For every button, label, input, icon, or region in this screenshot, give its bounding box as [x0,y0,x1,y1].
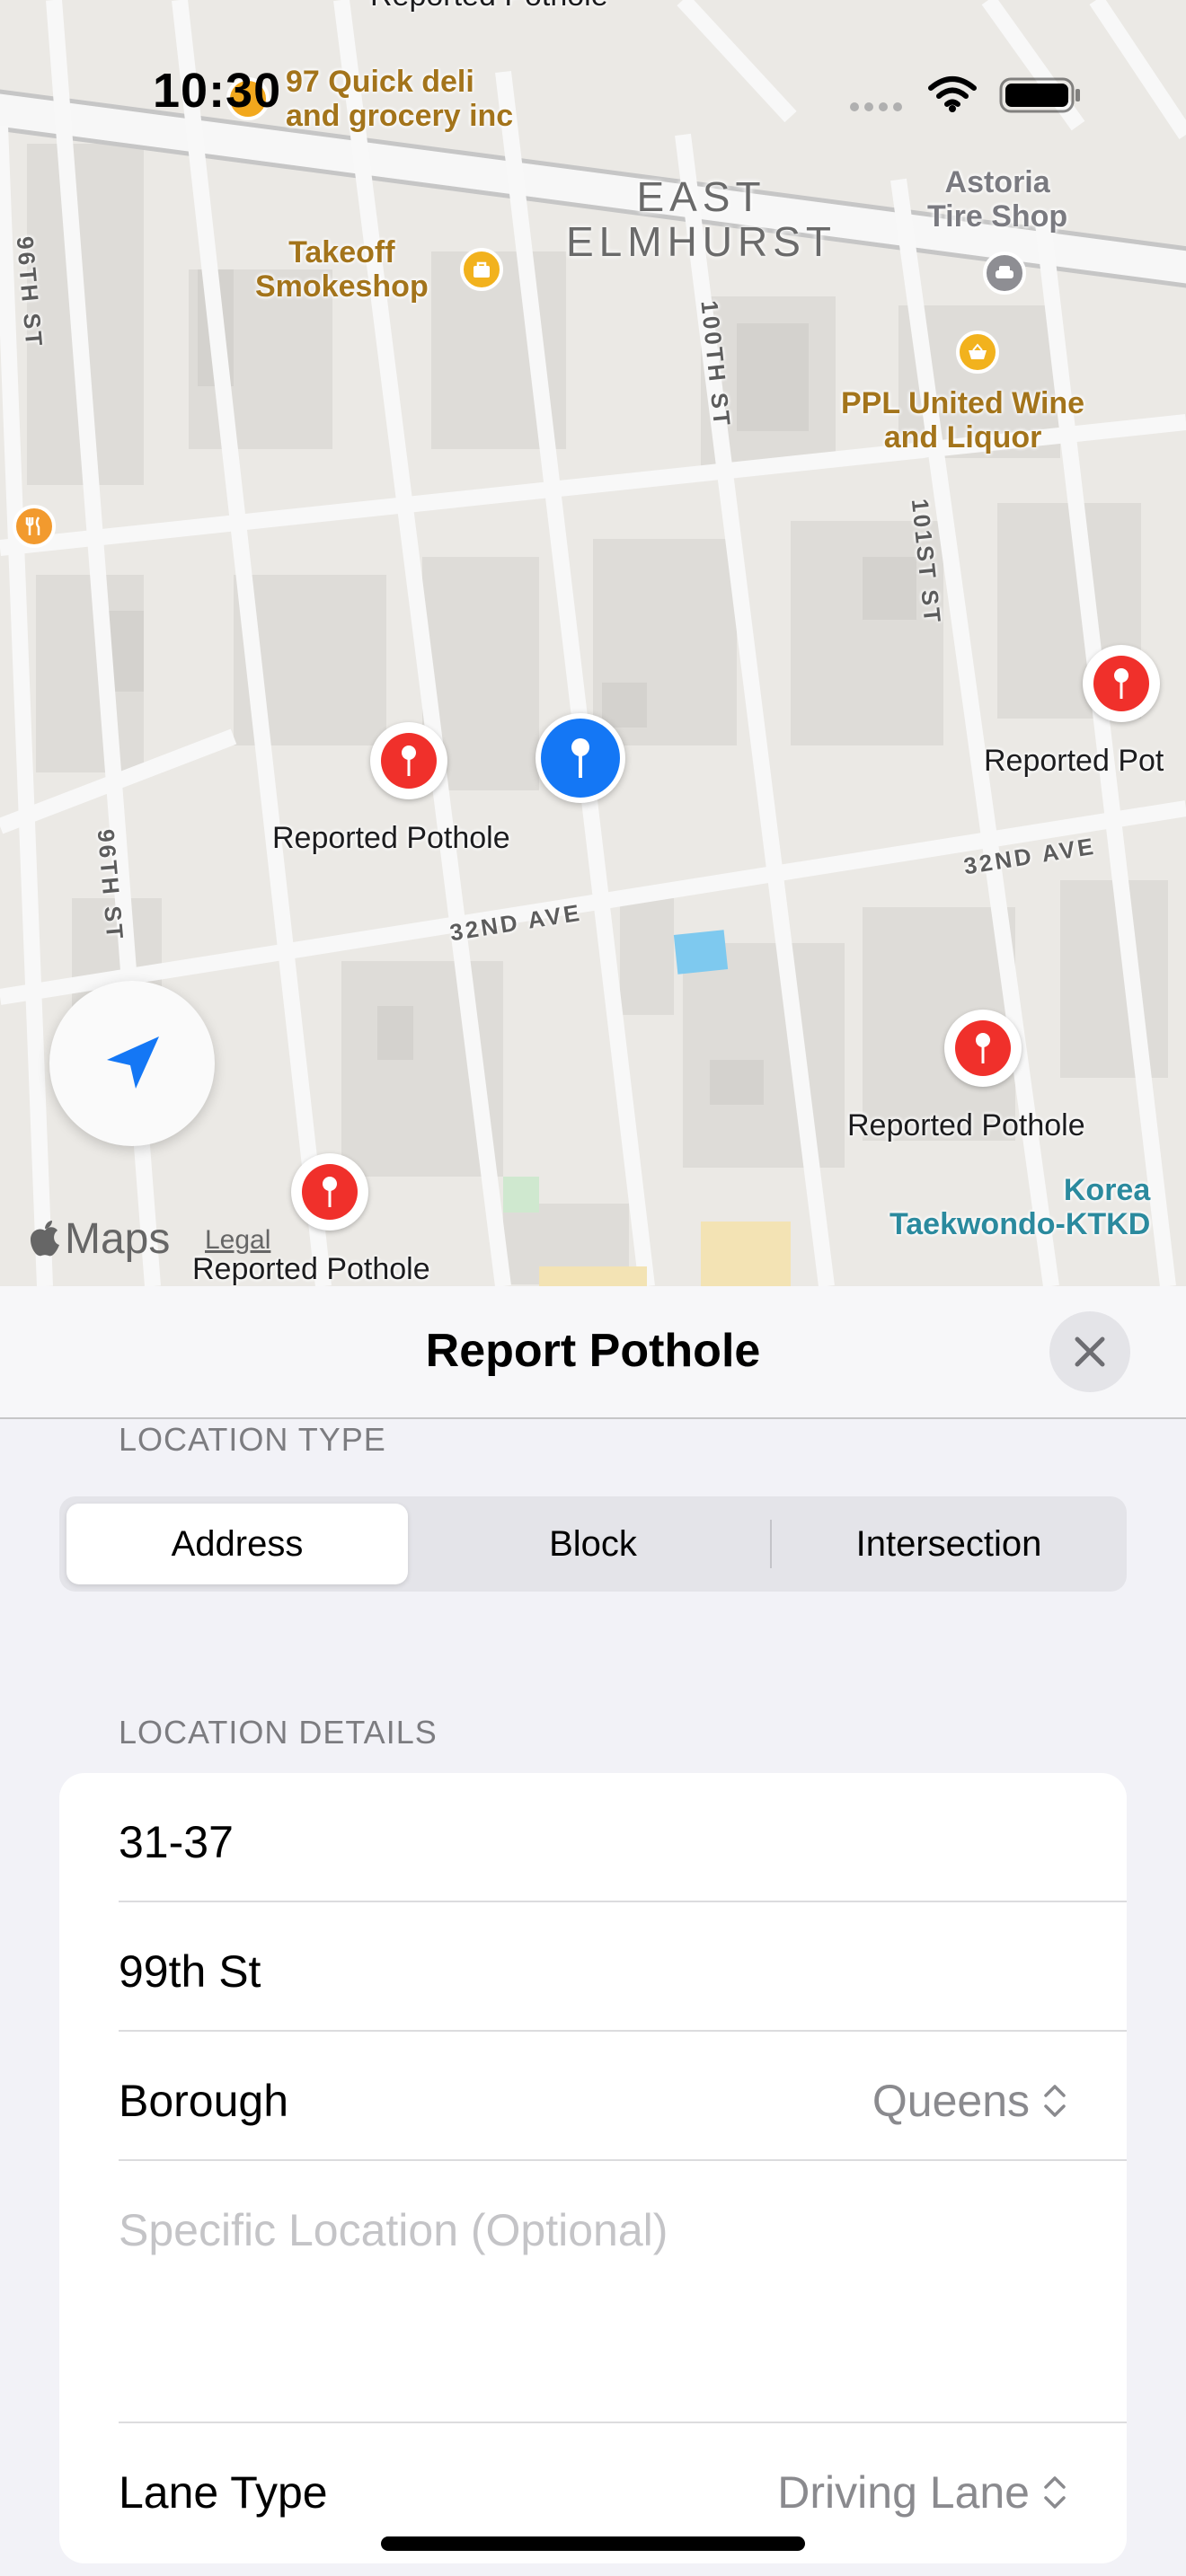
pothole-pin-3[interactable] [944,1010,1022,1087]
poi-quick-deli[interactable]: 97 Quick deli and grocery inc [286,65,513,133]
sheet-title: Report Pothole [425,1325,761,1377]
pothole-label-2: Reported Pot [984,744,1164,778]
poi-takeoff-line-2: Smokeshop [255,269,429,304]
lane-type-row[interactable]: Lane Type Driving Lane [59,2423,1127,2553]
house-number-field[interactable]: 31-37 [119,1816,234,1868]
borough-picker[interactable]: Queens [872,2075,1067,2127]
segment-address[interactable]: Address [66,1504,408,1584]
poi-quick-deli-line-2: and grocery inc [286,99,514,133]
selected-location-pin[interactable] [535,713,625,803]
car-service-icon[interactable] [983,251,1026,295]
street-field[interactable]: 99th St [119,1945,261,1998]
segment-block[interactable]: Block [422,1504,764,1584]
borough-value: Queens [872,2076,1030,2126]
battery-icon [999,77,1080,113]
signal-dots-icon [850,102,902,111]
pin-icon [571,738,589,778]
wifi-icon [928,76,977,112]
location-details-header: LOCATION DETAILS [119,1714,438,1751]
borough-label: Borough [119,2076,289,2126]
segment-divider [770,1520,772,1568]
liquor-basket-icon[interactable] [956,331,999,374]
maps-brand-text: Maps [65,1215,171,1263]
location-type-segmented-control: Address Block Intersection [59,1496,1127,1592]
shopping-bag-icon[interactable] [460,248,503,291]
pin-icon [402,745,416,776]
pin-icon [323,1177,337,1207]
poi-takeoff-line-1: Takeoff [288,235,395,269]
pin-icon [976,1033,990,1063]
sheet-header: Report Pothole [0,1286,1186,1419]
pothole-label-top: Reported Pothole [370,0,608,13]
poi-ppl-line-2: and Liquor [883,420,1042,454]
lane-type-value: Driving Lane [777,2467,1030,2518]
poi-quick-deli-line-1: 97 Quick deli [286,65,474,99]
location-details-card: 31-37 99th St Borough Queens Specific Lo… [59,1773,1127,2563]
legal-link[interactable]: Legal [205,1225,270,1256]
close-icon [1075,1337,1105,1367]
poi-astoria-tire[interactable]: Astoria Tire Shop [927,165,1067,234]
apple-maps-brand: Maps [29,1214,170,1264]
chevron-updown-icon [1044,2085,1066,2117]
neighborhood-line-1: EAST [636,173,766,220]
apple-logo-icon [31,1220,59,1256]
pothole-pin-2[interactable] [1083,645,1160,722]
poi-ppl-wine[interactable]: PPL United Wine and Liquor [841,386,1084,454]
neighborhood-label: EAST ELMHURST [566,174,836,264]
status-time: 10:30 [153,64,282,118]
borough-row[interactable]: Borough Queens [59,2032,1127,2161]
poi-astoria-line-1: Astoria [944,165,1050,199]
home-indicator[interactable] [381,2536,805,2551]
pothole-label-1: Reported Pothole [272,821,510,855]
chevron-updown-icon [1044,2476,1066,2509]
pothole-pin-1[interactable] [370,722,447,799]
poi-astoria-line-2: Tire Shop [927,199,1068,234]
specific-location-row: Specific Location (Optional) [59,2161,1127,2423]
pothole-label-3: Reported Pothole [847,1108,1085,1142]
location-type-header: LOCATION TYPE [119,1421,386,1458]
locate-me-button[interactable] [49,981,215,1146]
pin-icon [1114,668,1128,699]
lane-type-label: Lane Type [119,2467,328,2518]
map-view[interactable]: 96TH ST 96TH ST 100TH ST 101ST ST 32ND A… [0,0,1186,1286]
poi-korea-taekwondo[interactable]: Korea Taekwondo-KTKD [890,1173,1150,1241]
poi-korea-line-2: Taekwondo-KTKD [890,1207,1151,1241]
poi-ppl-line-1: PPL United Wine [841,386,1085,420]
specific-location-field[interactable]: Specific Location (Optional) [119,2204,668,2256]
pothole-label-4: Reported Pothole [192,1252,430,1286]
segment-intersection[interactable]: Intersection [778,1504,1120,1584]
pothole-pin-4[interactable] [291,1153,368,1231]
poi-takeoff-smokeshop[interactable]: Takeoff Smokeshop [255,235,429,304]
neighborhood-line-2: ELMHURST [566,218,837,265]
poi-korea-line-1: Korea [1063,1173,1151,1207]
house-number-row: 31-37 [59,1773,1127,1902]
street-row: 99th St [59,1902,1127,2032]
restaurant-fork-icon[interactable] [13,505,56,548]
lane-type-picker[interactable]: Driving Lane [777,2466,1067,2519]
close-button[interactable] [1049,1311,1130,1392]
location-arrow-icon [107,1037,159,1089]
